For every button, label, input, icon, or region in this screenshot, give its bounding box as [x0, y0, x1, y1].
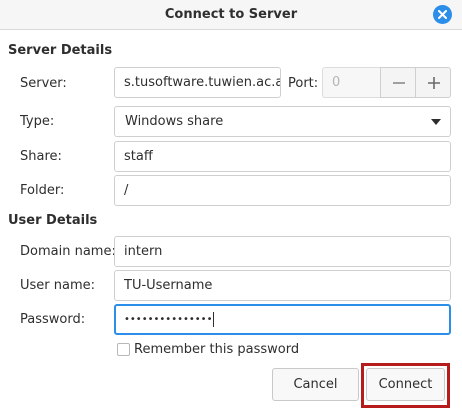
chevron-down-icon — [431, 119, 441, 125]
password-input[interactable]: ••••••••••••••• — [114, 304, 451, 335]
type-select[interactable]: Windows share — [114, 106, 451, 137]
password-label: Password: — [20, 312, 86, 327]
plus-icon — [428, 77, 440, 89]
folder-input[interactable]: / — [114, 175, 451, 206]
server-label: Server: — [20, 76, 67, 91]
share-input[interactable]: staff — [114, 141, 451, 172]
connect-highlight-box — [361, 363, 450, 408]
port-label: Port: — [288, 76, 319, 91]
type-label: Type: — [20, 114, 55, 129]
server-details-heading: Server Details — [8, 43, 113, 58]
type-select-value: Windows share — [125, 114, 224, 129]
share-label: Share: — [20, 149, 62, 164]
title-bar: Connect to Server — [0, 0, 462, 30]
password-value: ••••••••••••••• — [124, 314, 213, 325]
domain-name-input[interactable]: intern — [114, 236, 451, 267]
port-input[interactable]: 0 — [322, 67, 381, 98]
user-name-input[interactable]: TU-Username — [114, 270, 451, 301]
cancel-button[interactable]: Cancel — [272, 368, 359, 401]
remember-password-checkbox[interactable] — [117, 343, 130, 356]
user-name-label: User name: — [20, 278, 96, 293]
minus-icon — [393, 82, 405, 84]
close-icon — [438, 10, 447, 19]
port-increment-button[interactable] — [415, 67, 451, 98]
server-input[interactable]: s.tusoftware.tuwien.ac.at — [114, 67, 281, 98]
text-cursor — [213, 311, 215, 327]
user-details-heading: User Details — [8, 213, 98, 228]
folder-label: Folder: — [20, 183, 65, 198]
close-button[interactable] — [433, 5, 452, 24]
remember-password-label: Remember this password — [134, 342, 300, 357]
port-decrement-button[interactable] — [380, 67, 416, 98]
dialog-title: Connect to Server — [164, 7, 298, 22]
domain-name-label: Domain name: — [20, 244, 116, 259]
